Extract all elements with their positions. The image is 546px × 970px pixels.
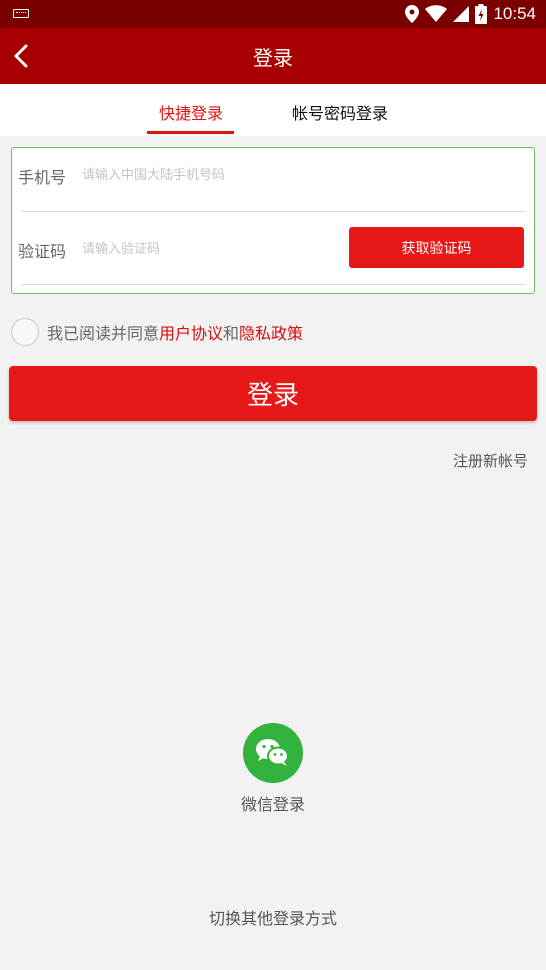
title-bar: 登录: [0, 28, 546, 84]
battery-icon: [475, 4, 488, 24]
phone-input[interactable]: [82, 163, 512, 187]
wifi-icon: [425, 5, 448, 22]
active-tab-indicator: [147, 131, 234, 134]
signal-icon: [453, 6, 470, 22]
code-divider: [21, 284, 525, 285]
phone-divider: [21, 211, 525, 212]
agreement-and: 和: [223, 324, 240, 343]
login-tabs: 快捷登录 帐号密码登录: [0, 84, 546, 136]
wechat-icon: [256, 739, 289, 766]
verification-code-input[interactable]: [82, 237, 332, 261]
agreement-row: 我已阅读并同意 用户协议和隐私政策: [11, 318, 303, 346]
user-agreement-link[interactable]: 用户协议: [159, 320, 223, 344]
agreement-prefix: 我已阅读并同意: [47, 324, 160, 343]
wechat-login-button[interactable]: [243, 723, 303, 783]
phone-label: 手机号: [18, 168, 67, 187]
keyboard-icon: [13, 9, 29, 18]
code-label: 验证码: [18, 242, 67, 261]
get-code-button[interactable]: 获取验证码: [349, 227, 524, 268]
tab-quick-login[interactable]: 快捷登录: [159, 100, 223, 124]
page-title: 登录: [253, 46, 293, 70]
register-link[interactable]: 注册新帐号: [453, 450, 528, 471]
wechat-login-label: 微信登录: [240, 795, 305, 814]
location-icon: [405, 5, 420, 23]
tab-account-password-login[interactable]: 帐号密码登录: [292, 100, 388, 124]
login-form: 手机号 验证码 获取验证码: [11, 147, 535, 294]
status-time: 10:54: [493, 4, 536, 23]
agreement-checkbox[interactable]: [11, 318, 39, 346]
switch-login-method-link[interactable]: 切换其他登录方式: [0, 905, 546, 929]
status-bar: 10:54: [0, 0, 546, 28]
privacy-policy-link[interactable]: 隐私政策: [239, 320, 303, 344]
login-button[interactable]: 登录: [9, 366, 537, 421]
